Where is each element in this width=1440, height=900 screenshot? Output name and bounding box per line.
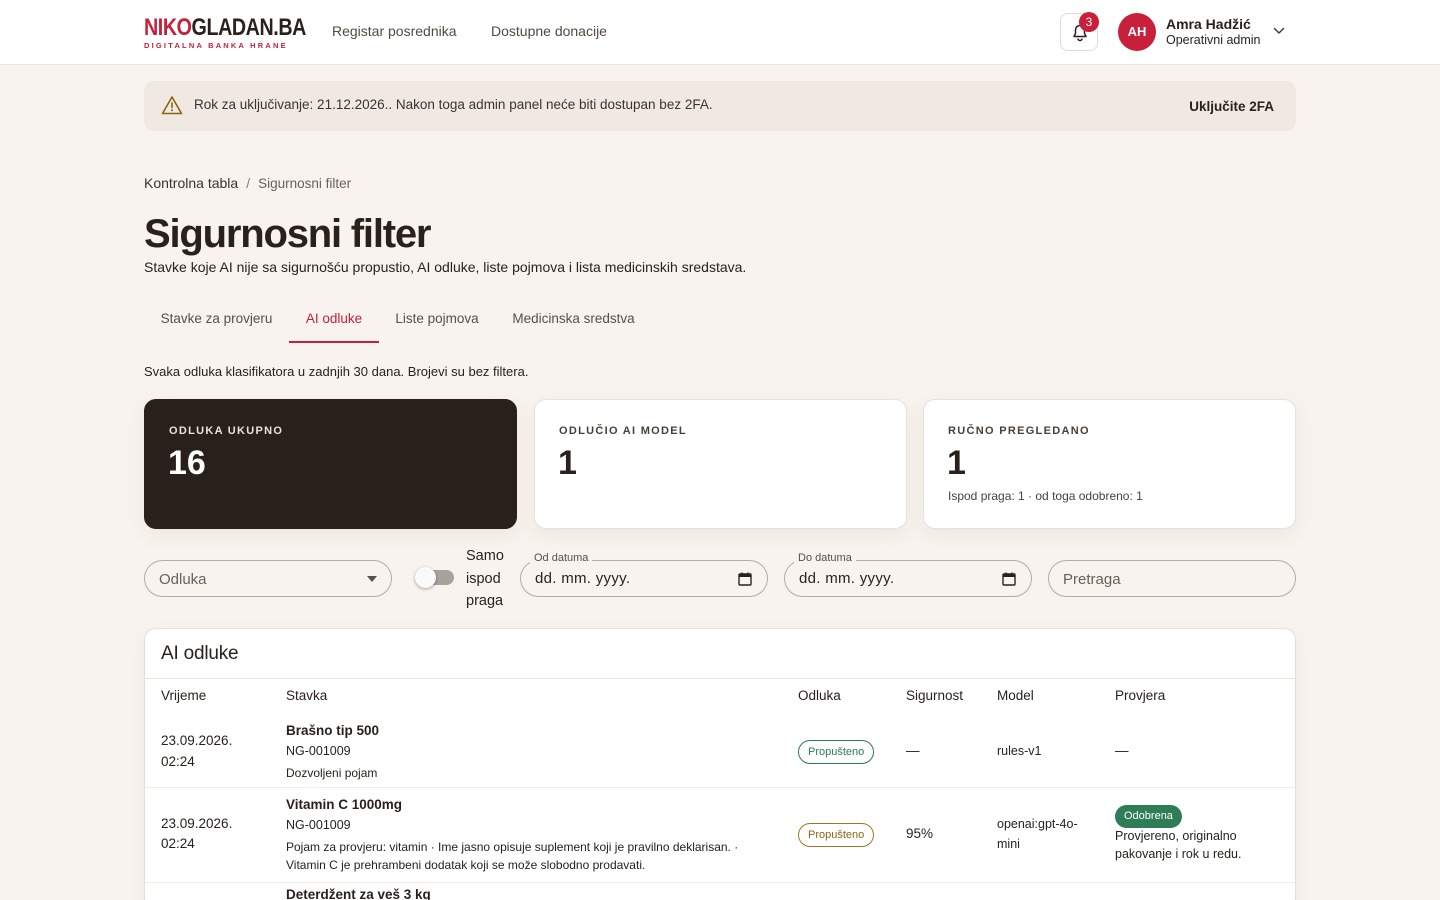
warning-icon [161, 96, 183, 115]
item-name[interactable]: Deterdžent za veš 3 kg [286, 887, 431, 900]
model-name: rules-v1 [997, 744, 1042, 758]
date-from-value[interactable]: dd. mm. yyyy. [535, 570, 630, 587]
chevron-down-icon[interactable] [1273, 27, 1285, 35]
tab-liste-pojmova[interactable]: Liste pojmova [379, 296, 495, 343]
divider [145, 787, 1295, 788]
breadcrumb: Kontrolna tabla / Sigurnosni filter [144, 175, 351, 191]
notification-count-badge: 3 [1079, 12, 1099, 32]
date-to-value[interactable]: dd. mm. yyyy. [799, 570, 894, 587]
tab-ai-odluke[interactable]: AI odluke [289, 296, 379, 343]
banner-message: Rok za uključivanje: 21.12.2026.. Nakon … [194, 97, 713, 112]
decision-status-badge: Propušteno [798, 740, 875, 764]
nav-link-registar-posrednika[interactable]: Registar posrednika [332, 23, 457, 39]
breadcrumb-separator: / [246, 175, 251, 191]
page-title: Sigurnosni filter [144, 212, 431, 256]
row-time: 02:24 [161, 754, 195, 769]
stat-card-odluka-ukupno: ODLUKA UKUPNO 16 [144, 399, 517, 529]
2fa-warning-banner: Rok za uključivanje: 21.12.2026.. Nakon … [144, 81, 1296, 131]
top-navigation-bar: NIKOGLADAN.BA DIGITALNA BANKA HRANE Regi… [0, 0, 1440, 65]
model-name-cont: mini [997, 837, 1020, 851]
decision-select[interactable]: Odluka [144, 560, 392, 597]
below-threshold-label: Samo ispod praga [466, 548, 504, 609]
column-header-sigurnost[interactable]: Sigurnost [906, 688, 963, 703]
user-name[interactable]: Amra Hadžić [1166, 16, 1251, 32]
item-name[interactable]: Vitamin C 1000mg [286, 797, 402, 812]
column-header-provjera[interactable]: Provjera [1115, 688, 1165, 703]
stat-value: 16 [168, 444, 206, 482]
tab-stavke-za-provjeru[interactable]: Stavke za provjeru [144, 296, 289, 343]
review-comment-cont: pakovanje i rok u redu. [1115, 847, 1242, 861]
model-name: openai:gpt-4o- [997, 817, 1078, 831]
panel-title: AI odluke [161, 643, 239, 664]
stat-card-rucno-pregledano: RUČNO PREGLEDANO 1 Ispod praga: 1 · od t… [923, 399, 1296, 529]
breadcrumb-kontrolna-tabla[interactable]: Kontrolna tabla [144, 175, 238, 191]
stat-label: ODLUČIO AI MODEL [559, 425, 687, 437]
toggle-knob[interactable] [415, 567, 436, 588]
logo-wordmark: NIKOGLADAN.BA [144, 14, 306, 41]
nav-link-dostupne-donacije[interactable]: Dostupne donacije [491, 23, 607, 39]
page-subtitle: Stavke koje AI nije sa sigurnošću propus… [144, 259, 747, 275]
avatar[interactable]: AH [1118, 13, 1156, 51]
date-from-label: Od datuma [530, 552, 593, 564]
calendar-icon[interactable] [1002, 572, 1016, 586]
row-date: 23.09.2026. [161, 816, 233, 831]
calendar-icon[interactable] [738, 572, 752, 586]
search-placeholder: Pretraga [1063, 571, 1121, 588]
stat-note: Ispod praga: 1 · od toga odobreno: 1 [948, 489, 1143, 503]
stat-value: 1 [947, 444, 966, 482]
date-from-field[interactable]: Od datuma dd. mm. yyyy. [520, 552, 768, 597]
logo-tagline: DIGITALNA BANKA HRANE [144, 41, 288, 50]
search-input[interactable]: Pretraga [1048, 560, 1296, 597]
column-header-vrijeme[interactable]: Vrijeme [161, 688, 206, 703]
decision-select-placeholder: Odluka [159, 571, 207, 588]
ai-decisions-table-panel: AI odluke Vrijeme Stavka Odluka Sigurnos… [144, 628, 1296, 900]
stat-label: RUČNO PREGLEDANO [948, 425, 1090, 437]
divider [145, 882, 1295, 883]
caret-down-icon [367, 576, 377, 582]
column-header-stavka[interactable]: Stavka [286, 688, 327, 703]
confidence-value: 95% [906, 826, 934, 841]
tab-medicinska-sredstva[interactable]: Medicinska sredstva [495, 296, 652, 343]
item-note: Dozvoljeni pojam [286, 766, 378, 780]
column-header-model[interactable]: Model [997, 688, 1034, 703]
decision-status-badge: Propušteno [798, 823, 875, 847]
item-note: Pojam za provjeru: vitamin · Ime jasno o… [286, 840, 739, 854]
stat-card-odlucio-ai-model: ODLUČIO AI MODEL 1 [534, 399, 907, 529]
item-code: NG-001009 [286, 744, 351, 758]
enable-2fa-button[interactable]: Uključite 2FA [1189, 99, 1274, 114]
item-code: NG-001009 [286, 818, 351, 832]
stat-value: 1 [558, 444, 577, 482]
item-name[interactable]: Brašno tip 500 [286, 723, 379, 738]
confidence-value: — [906, 743, 920, 758]
breadcrumb-current: Sigurnosni filter [258, 176, 352, 191]
review-comment: Provjereno, originalno [1115, 829, 1237, 843]
row-date: 23.09.2026. [161, 733, 233, 748]
column-header-odluka[interactable]: Odluka [798, 688, 841, 703]
date-to-field[interactable]: Do datuma dd. mm. yyyy. [784, 552, 1032, 597]
section-description: Svaka odluka klasifikatora u zadnjih 30 … [144, 364, 529, 379]
date-to-label: Do datuma [794, 552, 856, 564]
logo[interactable]: NIKOGLADAN.BA DIGITALNA BANKA HRANE [144, 14, 306, 51]
stat-label: ODLUKA UKUPNO [169, 425, 284, 437]
item-note: Vitamin C je prehrambeni dodatak koji se… [286, 858, 646, 872]
row-time: 02:24 [161, 836, 195, 851]
review-value: — [1115, 743, 1129, 758]
review-approved-badge: Odobrena [1115, 805, 1182, 828]
user-role: Operativni admin [1166, 33, 1261, 47]
